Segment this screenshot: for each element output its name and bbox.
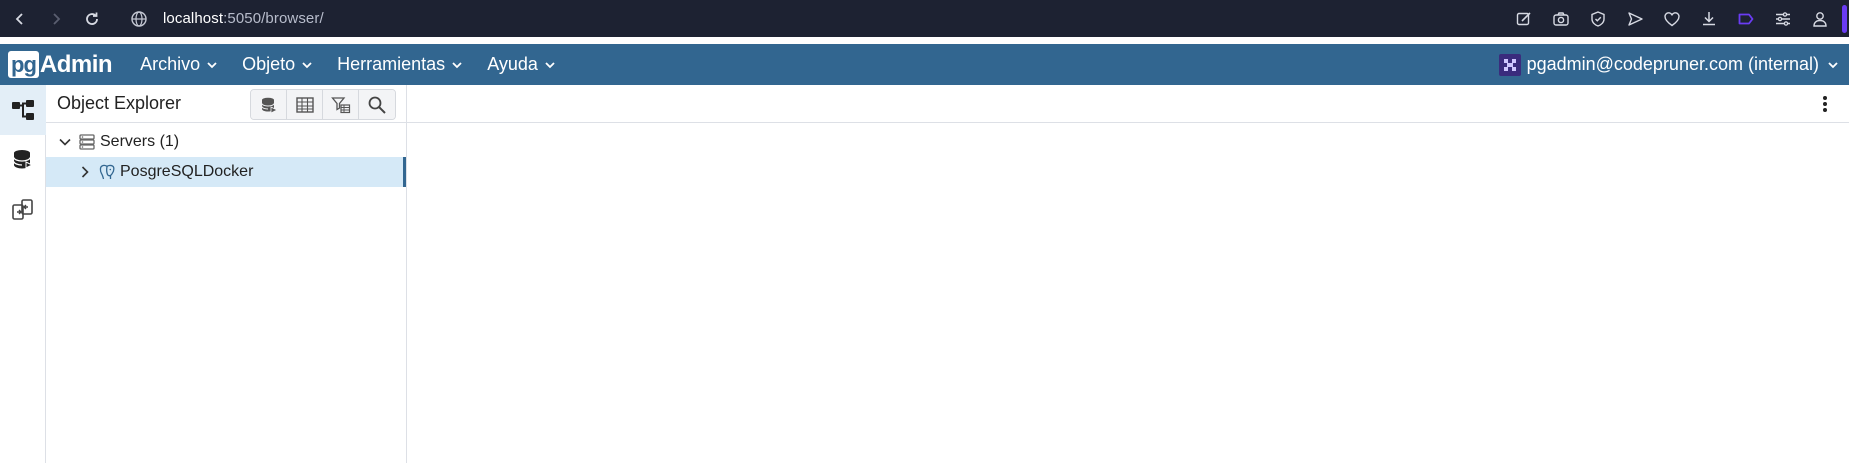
logo-pg: pg — [8, 51, 39, 78]
chevron-down-icon — [1828, 61, 1838, 68]
tag-button[interactable] — [1727, 0, 1764, 37]
shield-button[interactable] — [1579, 0, 1616, 37]
send-button[interactable] — [1616, 0, 1653, 37]
menu-archivo[interactable]: Archivo — [128, 44, 230, 85]
tag-icon — [1738, 13, 1753, 24]
globe-icon — [131, 10, 147, 27]
shield-check-icon — [1590, 10, 1605, 27]
chevron-down-icon — [302, 61, 312, 68]
pgadmin-logo: pg Admin — [8, 44, 113, 85]
url-text: localhost:5050/browser/ — [163, 10, 324, 27]
explorer-toolbar — [250, 89, 396, 120]
main-menu: Archivo Objeto Herramientas Ayuda — [128, 44, 568, 85]
tree-node-servers[interactable]: Servers (1) — [46, 127, 406, 157]
database-icon — [13, 150, 34, 169]
search-objects-button[interactable] — [359, 90, 395, 119]
chevron-down-icon — [452, 61, 462, 68]
url-path: :5050/browser/ — [223, 10, 324, 27]
query-tool-icon — [261, 97, 278, 114]
sidebar-toggle-accent[interactable] — [1842, 4, 1847, 33]
menu-label: Objeto — [242, 54, 296, 74]
search-icon — [368, 96, 386, 114]
chevron-right-icon[interactable] — [78, 165, 92, 179]
chevron-down-icon — [545, 61, 555, 68]
user-avatar-icon — [1503, 58, 1516, 71]
filter-rows-icon — [330, 96, 350, 113]
query-tool-button[interactable] — [251, 90, 287, 119]
object-explorer-tab[interactable] — [0, 85, 46, 135]
menu-label: Herramientas — [337, 54, 446, 74]
object-tree: Servers (1) PosgreSQLDocker — [46, 123, 406, 187]
app-menubar: pg Admin Archivo Objeto Herramientas Ayud… — [0, 44, 1849, 85]
reload-icon — [86, 12, 98, 25]
profile-icon — [1812, 11, 1827, 27]
tree-node-label: PosgreSQLDocker — [120, 163, 254, 180]
table-view-icon — [295, 96, 314, 113]
menu-herramientas[interactable]: Herramientas — [325, 44, 475, 85]
object-explorer-header: Object Explorer — [46, 85, 406, 123]
tree-node-label: Servers (1) — [100, 133, 180, 150]
schema-diff-icon — [12, 199, 33, 220]
settings-sliders-button[interactable] — [1764, 0, 1801, 37]
object-explorer-panel: Object Explorer Servers (1) PosgreSQLDoc… — [46, 85, 407, 463]
view-data-button[interactable] — [287, 90, 323, 119]
camera-icon — [1552, 11, 1569, 26]
chevron-down-icon[interactable] — [58, 135, 72, 149]
menu-objeto[interactable]: Objeto — [230, 44, 325, 85]
back-button[interactable] — [2, 0, 38, 37]
more-vertical-icon — [1823, 96, 1827, 112]
browser-toolbar: localhost:5050/browser/ — [0, 0, 1849, 37]
browser-extension-icons — [1505, 0, 1849, 37]
tree-hierarchy-icon — [12, 100, 34, 120]
user-avatar — [1498, 53, 1521, 76]
server-group-icon — [79, 134, 95, 150]
main-tab-bar — [407, 85, 1849, 123]
menu-ayuda[interactable]: Ayuda — [475, 44, 568, 85]
sliders-icon — [1775, 11, 1790, 26]
favorites-button[interactable] — [1653, 0, 1690, 37]
filter-rows-button[interactable] — [323, 90, 359, 119]
left-rail — [0, 85, 46, 463]
chevron-left-icon — [15, 12, 23, 25]
menu-label: Archivo — [140, 54, 201, 74]
chevron-right-icon — [53, 12, 61, 25]
edit-page-icon — [1516, 11, 1531, 25]
tree-node-server-posgresqldocker[interactable]: PosgreSQLDocker — [46, 157, 406, 187]
forward-button[interactable] — [38, 0, 74, 37]
profile-button[interactable] — [1801, 0, 1838, 37]
screenshot-button[interactable] — [1542, 0, 1579, 37]
postgres-elephant-icon — [99, 164, 115, 180]
heart-icon — [1663, 11, 1680, 26]
chevron-down-icon — [207, 61, 217, 68]
database-tab[interactable] — [0, 135, 46, 185]
user-menu[interactable]: pgadmin@codepruner.com (internal) — [1498, 44, 1839, 85]
edit-page-button[interactable] — [1505, 0, 1542, 37]
menu-label: Ayuda — [487, 54, 538, 74]
more-options-button[interactable] — [1815, 93, 1835, 115]
user-email: pgadmin@codepruner.com (internal) — [1526, 54, 1819, 74]
downloads-button[interactable] — [1690, 0, 1727, 37]
address-bar[interactable]: localhost:5050/browser/ — [130, 0, 324, 37]
schema-diff-tab[interactable] — [0, 185, 46, 235]
logo-admin: Admin — [39, 50, 113, 78]
reload-button[interactable] — [74, 0, 110, 37]
object-explorer-title: Object Explorer — [57, 93, 182, 113]
download-icon — [1702, 11, 1715, 25]
url-host: localhost — [163, 10, 224, 27]
send-icon — [1627, 11, 1643, 26]
